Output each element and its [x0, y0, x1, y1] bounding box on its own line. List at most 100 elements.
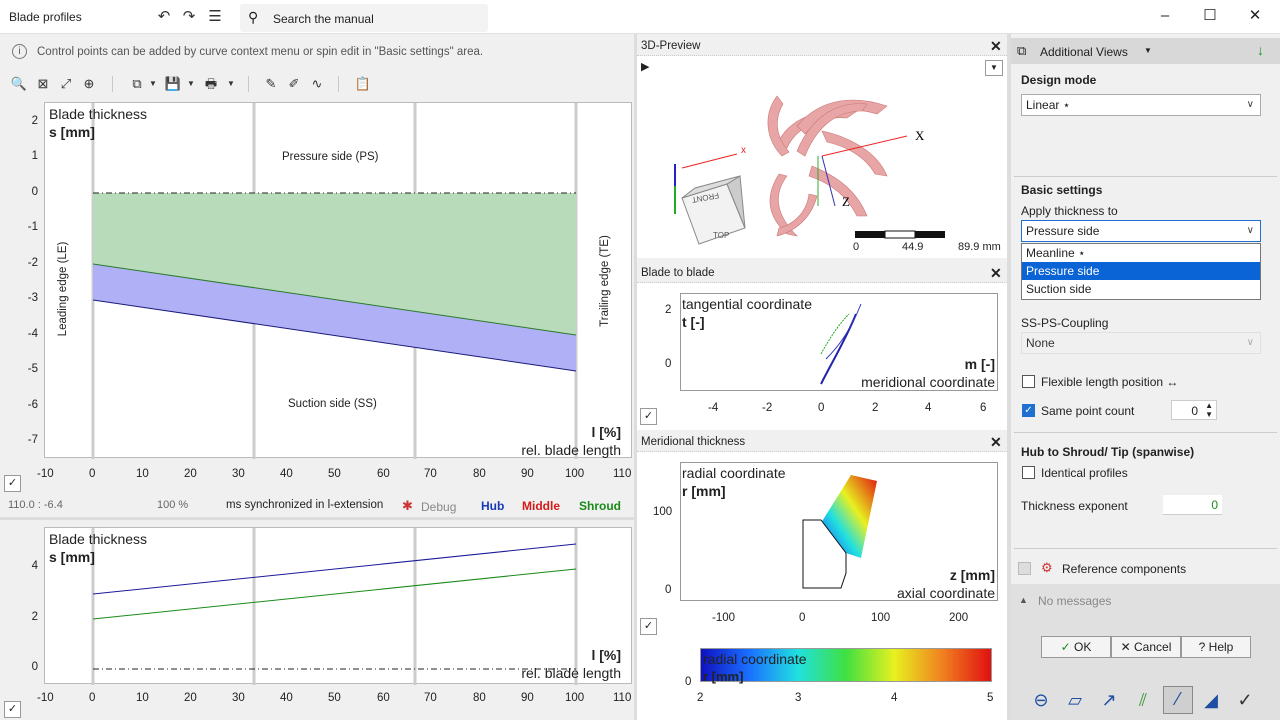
main-plot-xlabel2: rel. blade length — [521, 442, 621, 458]
lines-icon[interactable]: ⫽ — [1131, 688, 1155, 712]
zoom-fit-icon[interactable]: ⊠ — [34, 75, 52, 93]
preview3d-close-icon[interactable]: ✕ — [990, 38, 1002, 55]
pan-icon[interactable]: ⤢ — [57, 75, 75, 93]
middle-toggle[interactable]: Middle — [522, 499, 560, 513]
crosshair-icon[interactable]: ⊕ — [80, 75, 98, 93]
download-icon[interactable]: ↓ — [1257, 42, 1264, 58]
design-mode-combo[interactable]: Linear ⋆ ∨ — [1021, 94, 1261, 116]
additional-views-label: Additional Views — [1040, 45, 1128, 59]
meridional-panel[interactable]: Meridional thickness ✕ radial coordinate… — [637, 432, 1007, 720]
chevron-down-icon: ∨ — [1246, 337, 1254, 348]
same-point-spin[interactable]: 0 ▲ ▼ — [1171, 400, 1217, 420]
views-dropdown-icon[interactable]: ▼ — [1144, 46, 1152, 55]
impeller-view: X Z TOP FRONT x — [674, 95, 945, 245]
dropdown-item-suction-side[interactable]: Suction side — [1022, 280, 1260, 298]
flexible-length-checkbox[interactable] — [1022, 375, 1035, 388]
check-icon: ✓ — [1060, 640, 1071, 654]
check-mode-icon[interactable]: ✓ — [1233, 688, 1257, 712]
thickness-exponent-input[interactable]: 0 — [1163, 495, 1222, 515]
clipboard-icon[interactable]: 📋 — [354, 75, 372, 93]
main-plot-xlabel: l [%] — [591, 424, 621, 440]
search-placeholder: Search the manual — [273, 12, 374, 26]
smooth-icon[interactable]: ∿ — [308, 75, 326, 93]
print-dropdown-icon[interactable]: ▼ — [222, 75, 240, 93]
meridian-icon[interactable]: ⊖ — [1029, 688, 1053, 712]
dropdown-item-pressure-side[interactable]: Pressure side — [1022, 262, 1260, 280]
shroud-toggle[interactable]: Shroud — [579, 499, 621, 513]
lower-plot-yaxis: 4 2 0 — [31, 560, 38, 673]
svg-text:Z: Z — [842, 194, 850, 209]
apply-thickness-dropdown[interactable]: Meanline ⋆ Pressure side Suction side — [1021, 243, 1261, 300]
sync-check-icon[interactable]: ✓ — [4, 475, 21, 492]
minimize-button[interactable]: – — [1155, 6, 1175, 26]
coupling-combo[interactable]: None ∨ — [1021, 332, 1261, 354]
meridional-xlabel1: z [mm] — [949, 567, 995, 583]
meridional-close-icon[interactable]: ✕ — [990, 434, 1002, 451]
save-dropdown-icon[interactable]: ▼ — [182, 75, 200, 93]
zoom-icon[interactable]: 🔍 — [10, 75, 28, 93]
shroud-curve — [92, 568, 577, 620]
lower-plot-xlabel2: rel. blade length — [521, 665, 621, 681]
colorbar-label1: radial coordinate — [703, 651, 807, 667]
copy-dropdown-icon[interactable]: ▼ — [144, 75, 162, 93]
debug-label[interactable]: Debug — [421, 500, 456, 514]
search-icon: ⚲ — [248, 9, 259, 25]
info-bar: i Control points can be added by curve c… — [0, 38, 634, 66]
info-text: Control points can be added by curve con… — [37, 46, 484, 58]
angle-icon[interactable]: ↗ — [1097, 688, 1121, 712]
save-icon[interactable]: 💾 — [164, 75, 182, 93]
edit-curve-icon[interactable]: ✎ — [262, 75, 280, 93]
cancel-icon: ✕ — [1120, 640, 1131, 654]
cancel-button[interactable]: ✕ Cancel — [1111, 636, 1181, 658]
b2b-close-icon[interactable]: ✕ — [990, 265, 1002, 282]
splitter[interactable] — [0, 517, 634, 520]
same-point-checkbox[interactable]: ✓ — [1022, 404, 1035, 417]
maximize-button[interactable]: ☐ — [1200, 6, 1220, 26]
lower-sync-check-icon[interactable]: ✓ — [4, 701, 21, 718]
blade-icon[interactable]: ▱ — [1063, 688, 1087, 712]
spin-down-icon[interactable]: ▼ — [1205, 410, 1213, 419]
te-label: Trailing edge (TE) — [599, 235, 611, 327]
redo-icon[interactable]: ↷ — [180, 8, 198, 26]
svg-text:X: X — [915, 128, 925, 143]
settings-panel: ⧉ Additional Views ▼ ↓ Design mode Linea… — [1011, 38, 1280, 720]
debug-icon[interactable]: ✱ — [402, 498, 413, 514]
meridional-plot: radial coordinate r [mm] z [mm] axial co… — [680, 462, 998, 601]
apply-thickness-combo[interactable]: Pressure side ∨ — [1021, 220, 1261, 242]
profile-icon[interactable]: ◢ — [1199, 688, 1223, 712]
ok-button[interactable]: ✓ OK — [1041, 636, 1111, 658]
title-bar: Blade profiles ↶ ↷ ☰ ⚲ Search the manual… — [0, 0, 1280, 34]
spin-up-icon[interactable]: ▲ — [1205, 401, 1213, 410]
status-sync: ms synchronized in l-extension — [226, 499, 384, 511]
close-button[interactable]: ✕ — [1245, 6, 1265, 26]
lower-thickness-plot[interactable]: Blade thickness s [mm] l [%] rel. blade … — [44, 527, 632, 685]
status-coords: 110.0 : -6.4 — [8, 499, 63, 511]
lower-plot-xaxis: -10 0 10 20 30 40 50 60 70 80 90 100 110 — [37, 692, 632, 704]
b2b-ylabel2: t [-] — [682, 314, 705, 330]
print-icon[interactable]: 🖶 — [202, 75, 220, 93]
apply-thickness-label: Apply thickness to — [1021, 204, 1118, 218]
lower-plot-xlabel: l [%] — [591, 647, 621, 663]
coupling-label: SS-PS-Coupling — [1021, 316, 1109, 330]
chevron-down-icon: ∨ — [1246, 225, 1254, 236]
b2b-check-icon[interactable]: ✓ — [640, 408, 657, 425]
help-button[interactable]: ? Help — [1181, 636, 1251, 658]
additional-views-header[interactable]: ⧉ Additional Views ▼ ↓ — [1011, 38, 1280, 64]
hub-toggle[interactable]: Hub — [481, 499, 504, 513]
undo-icon[interactable]: ↶ — [155, 8, 173, 26]
menu-icon[interactable]: ☰ — [206, 8, 224, 26]
main-thickness-plot[interactable]: Blade thickness s [mm] Pressure side (PS… — [44, 102, 632, 459]
svg-text:TOP: TOP — [713, 231, 729, 240]
reference-checkbox[interactable] — [1018, 562, 1031, 575]
preview3d-panel[interactable]: 3D-Preview ✕ ▶ ▼ X Z TOP FRONT x 0 44.9 … — [637, 36, 1007, 258]
meridional-check-icon[interactable]: ✓ — [640, 618, 657, 635]
same-point-label: Same point count — [1041, 404, 1135, 418]
thickness-icon[interactable]: ⁄ — [1163, 686, 1193, 714]
collapse-icon[interactable]: ▲ — [1019, 595, 1028, 605]
blade-to-blade-panel[interactable]: Blade to blade ✕ tangential coordinate t… — [637, 263, 1007, 430]
search-box[interactable]: ⚲ Search the manual — [240, 4, 488, 32]
main-plot-yaxis: 2 1 0 -1 -2 -3 -4 -5 -6 -7 — [27, 115, 38, 446]
edit-points-icon[interactable]: ✐ — [285, 75, 303, 93]
dropdown-item-meanline[interactable]: Meanline ⋆ — [1022, 244, 1260, 262]
identical-profiles-checkbox[interactable] — [1022, 466, 1035, 479]
